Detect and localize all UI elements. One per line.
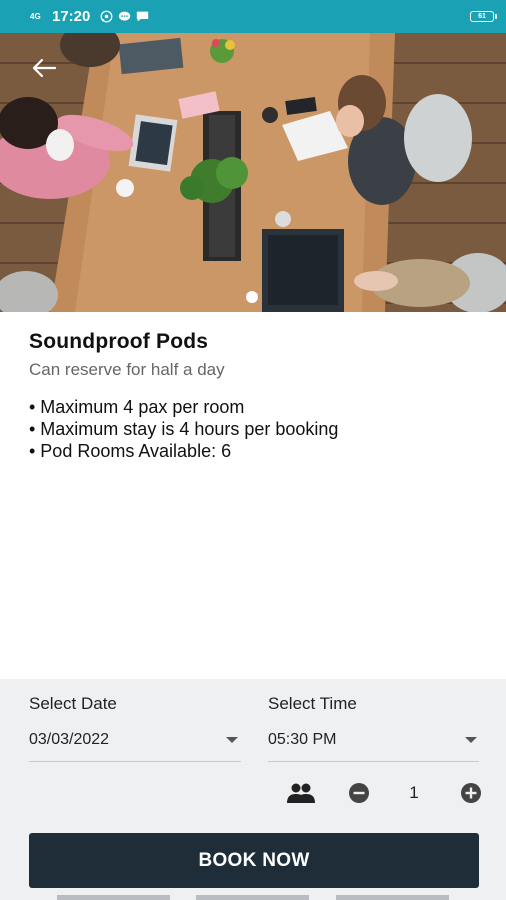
feature-item: • Maximum 4 pax per room (29, 397, 245, 417)
pod-details: Soundproof Pods Can reserve for half a d… (0, 312, 506, 679)
increment-button[interactable] (460, 782, 482, 804)
carousel-indicator-dot[interactable] (246, 291, 258, 303)
bottom-tab-indicator (336, 895, 449, 900)
battery-icon: 61 (470, 11, 497, 22)
feature-list: • Maximum 4 pax per room • Maximum stay … (29, 396, 477, 462)
chat-icon (119, 11, 131, 21)
message-icon (137, 11, 149, 22)
network-indicator: 4G (30, 11, 41, 21)
feature-item: • Pod Rooms Available: 6 (29, 441, 232, 461)
bottom-tab-indicator (196, 895, 309, 900)
time-value: 05:30 PM (268, 731, 337, 748)
feature-item: • Maximum stay is 4 hours per booking (29, 419, 339, 439)
time-dropdown-icon[interactable] (465, 737, 477, 743)
whatsapp-icon (100, 10, 113, 23)
hero-image[interactable] (0, 33, 506, 312)
date-label: Select Date (29, 694, 117, 713)
date-underline (29, 761, 241, 762)
decrement-button[interactable] (348, 782, 370, 804)
back-arrow-icon[interactable] (31, 57, 57, 79)
date-dropdown-icon[interactable] (226, 737, 238, 743)
status-time: 17:20 (52, 8, 91, 25)
bottom-tab-indicator (57, 895, 170, 900)
hero-illustration (0, 33, 506, 312)
people-icon (287, 783, 315, 803)
page-title: Soundproof Pods (29, 330, 209, 353)
battery-level: 61 (478, 13, 486, 20)
book-now-button[interactable]: BOOK NOW (29, 833, 479, 888)
status-bar: 4G 17:20 61 (0, 0, 506, 33)
time-label: Select Time (268, 694, 357, 713)
date-value: 03/03/2022 (29, 731, 110, 748)
time-underline (268, 761, 479, 762)
pax-count: 1 (409, 783, 419, 802)
page-subtitle: Can reserve for half a day (29, 360, 225, 379)
